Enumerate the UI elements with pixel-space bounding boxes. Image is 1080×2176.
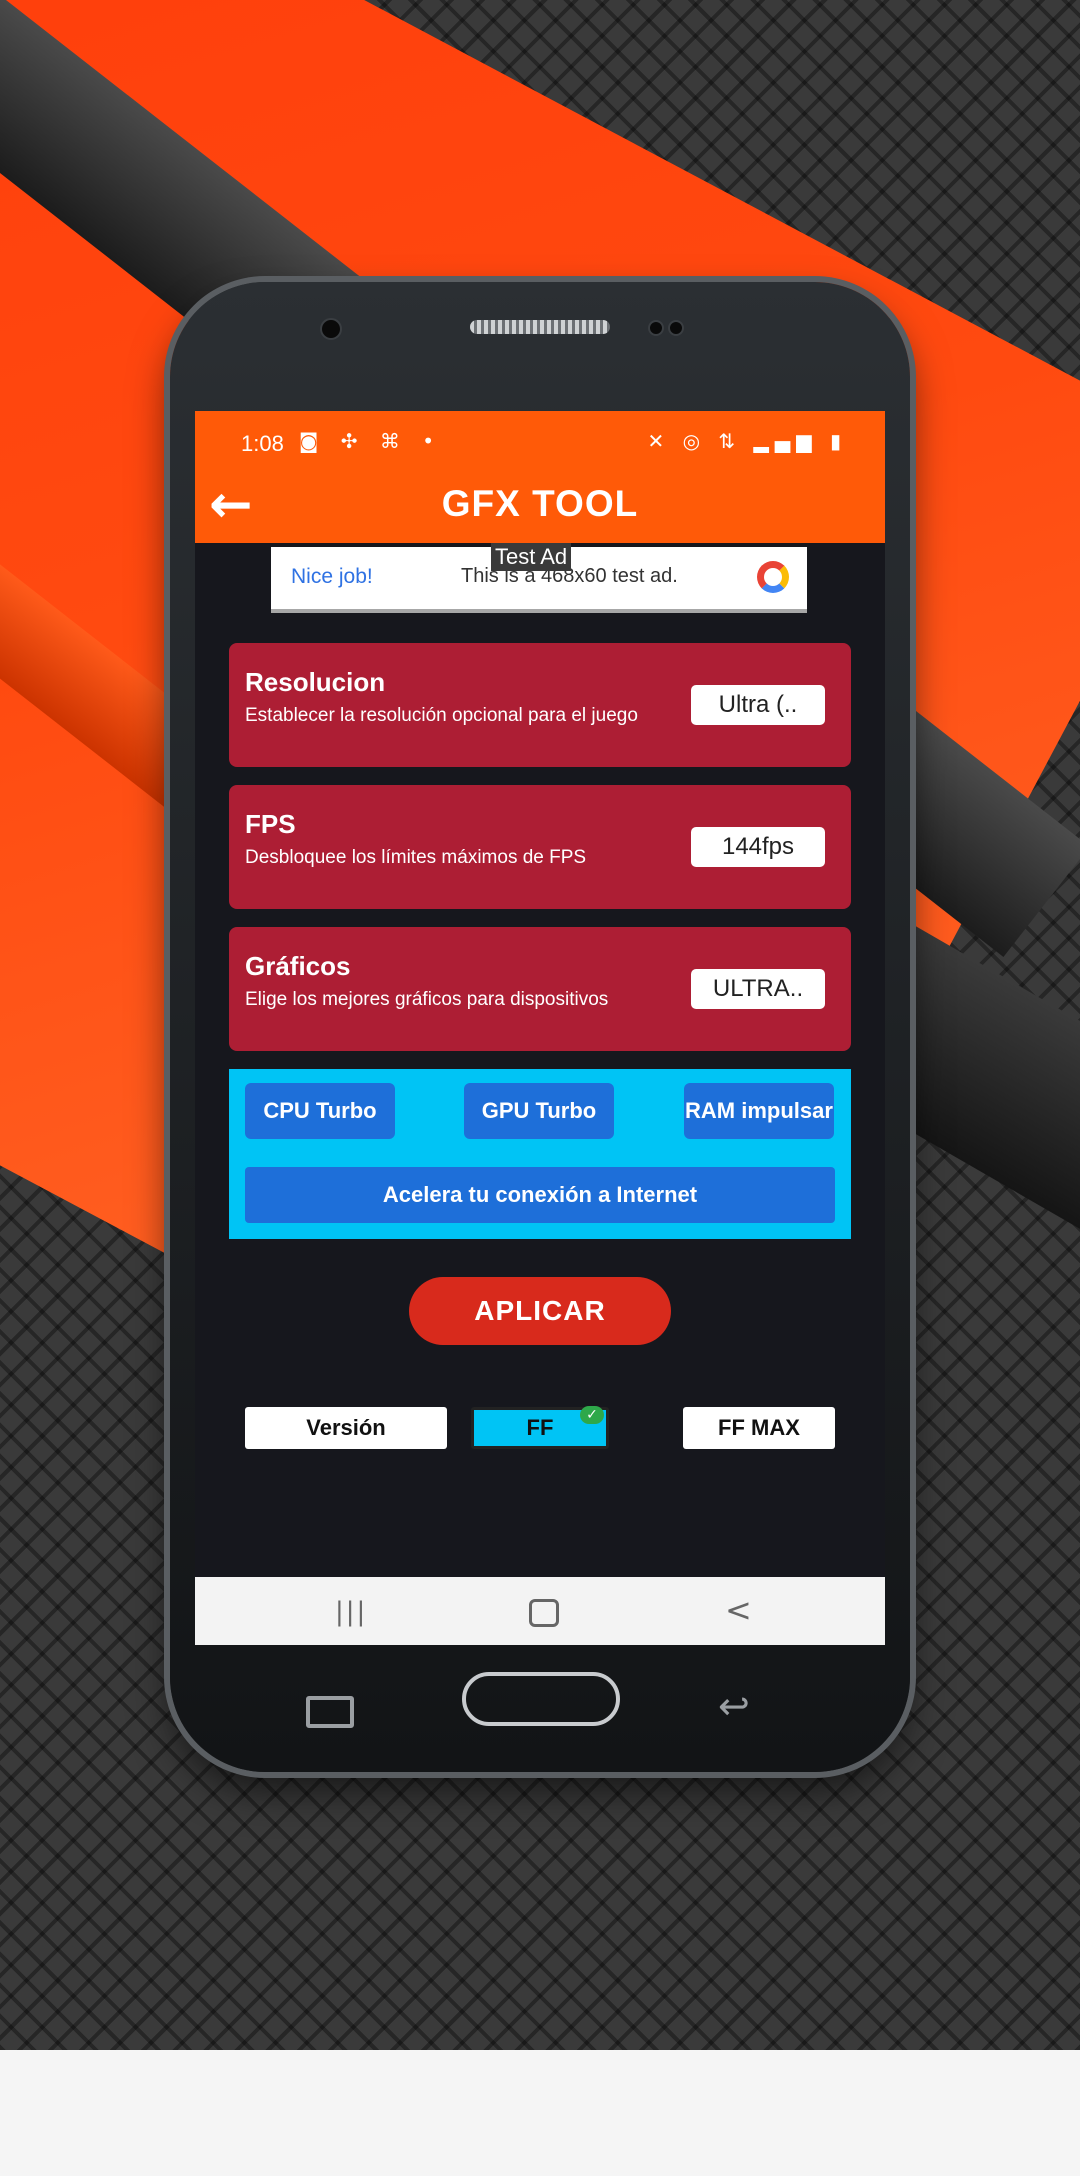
- boost-panel: CPU Turbo GPU Turbo RAM impulsar Acelera…: [229, 1069, 851, 1239]
- internet-boost-button[interactable]: Acelera tu conexión a Internet: [245, 1167, 835, 1223]
- bottom-blank-area: [0, 2050, 1080, 2176]
- setting-description: Elige los mejores gráficos para disposit…: [245, 989, 609, 1010]
- status-bar: 1:08 ◙ ✣ ⌘ • ✕ ◎ ⇅ ▂▄▆ ▮: [195, 411, 885, 471]
- status-notification-icons: ◙ ✣ ⌘ •: [299, 429, 443, 453]
- status-system-icons: ✕ ◎ ⇅ ▂▄▆ ▮: [647, 429, 847, 453]
- ad-label: Test Ad: [491, 543, 572, 571]
- front-camera-icon: [320, 318, 342, 340]
- resolution-select[interactable]: Ultra (..: [691, 685, 825, 725]
- setting-title: Gráficos: [245, 951, 351, 981]
- setting-card-graphics: Gráficos Elige los mejores gráficos para…: [229, 927, 851, 1051]
- version-ff-option[interactable]: FF ✓: [471, 1406, 609, 1449]
- gpu-turbo-button[interactable]: GPU Turbo: [464, 1083, 614, 1139]
- setting-description: Establecer la resolución opcional para e…: [245, 705, 638, 726]
- page-title: GFX TOOL: [441, 483, 639, 524]
- fps-select[interactable]: 144fps: [691, 827, 825, 867]
- setting-card-fps: FPS Desbloquee los límites máximos de FP…: [229, 785, 851, 909]
- ram-boost-button[interactable]: RAM impulsar: [684, 1083, 834, 1139]
- sensor-icon: [668, 320, 684, 336]
- system-nav-bar: ||| <: [195, 1577, 885, 1645]
- recents-icon[interactable]: |||: [335, 1597, 367, 1627]
- hardware-back-icon: ↩: [718, 1684, 750, 1728]
- setting-description: Desbloquee los límites máximos de FPS: [245, 847, 587, 868]
- status-time: 1:08: [241, 431, 284, 456]
- check-icon: ✓: [580, 1406, 604, 1424]
- earpiece-speaker: [470, 320, 610, 334]
- ad-headline: Nice job!: [291, 565, 373, 588]
- apply-button[interactable]: APLICAR: [409, 1277, 671, 1345]
- graphics-select[interactable]: ULTRA..: [691, 969, 825, 1009]
- version-ff-max-option[interactable]: FF MAX: [683, 1407, 835, 1449]
- app-screen: 1:08 ◙ ✣ ⌘ • ✕ ◎ ⇅ ▂▄▆ ▮ ← GFX TOOL Nice…: [195, 411, 885, 1645]
- sensor-icon: [648, 320, 664, 336]
- version-ff-label: FF: [526, 1415, 554, 1440]
- hardware-recents-icon: [306, 1696, 354, 1728]
- setting-title: FPS: [245, 809, 296, 839]
- version-label: Versión: [245, 1407, 447, 1449]
- hardware-home-button: [462, 1672, 620, 1726]
- setting-title: Resolucion: [245, 667, 386, 697]
- setting-card-resolution: Resolucion Establecer la resolución opci…: [229, 643, 851, 767]
- back-icon[interactable]: <: [725, 1591, 752, 1629]
- hardware-nav-keys: ↩: [170, 1672, 910, 1762]
- app-bar: ← GFX TOOL: [195, 471, 885, 543]
- ad-logo-icon: [757, 561, 789, 593]
- cpu-turbo-button[interactable]: CPU Turbo: [245, 1083, 395, 1139]
- home-icon[interactable]: [529, 1599, 559, 1627]
